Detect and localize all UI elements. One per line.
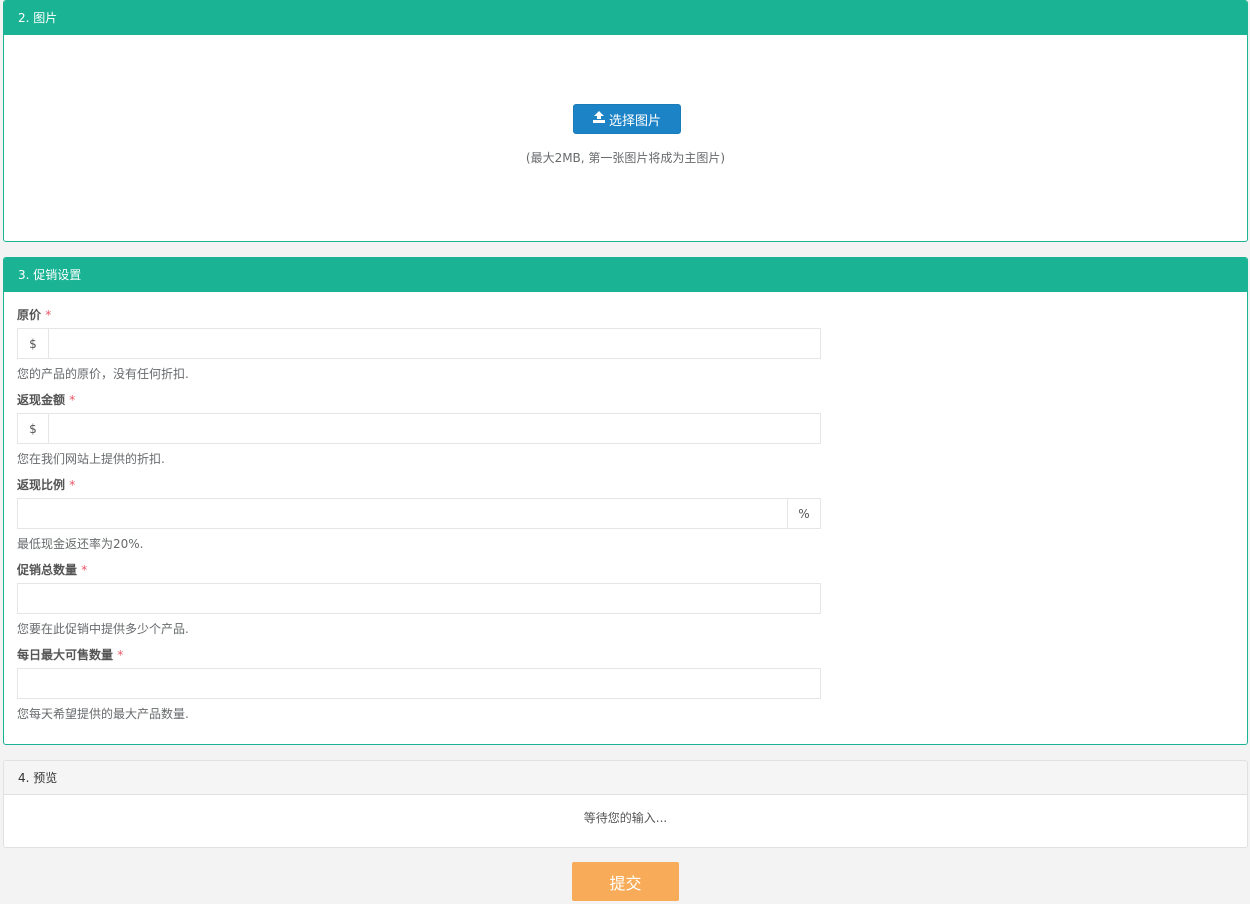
- cashback-amount-help: 您在我们网站上提供的折扣.: [17, 452, 165, 466]
- submit-button[interactable]: 提交: [572, 862, 679, 901]
- total-quantity-label: 促销总数量: [17, 563, 78, 577]
- cashback-amount-group: 返现金额 * $ 您在我们网站上提供的折扣.: [17, 392, 821, 467]
- cashback-ratio-help: 最低现金返还率为20%.: [17, 537, 144, 551]
- original-price-label: 原价: [17, 308, 42, 322]
- promotion-panel-title: 3. 促销设置: [4, 258, 1247, 292]
- cashback-amount-input[interactable]: [49, 414, 820, 443]
- total-quantity-help: 您要在此促销中提供多少个产品.: [17, 622, 189, 636]
- cashback-ratio-input[interactable]: [18, 499, 787, 528]
- required-marker: *: [69, 478, 76, 492]
- dollar-addon: $: [18, 329, 49, 358]
- preview-panel-title: 4. 预览: [4, 761, 1247, 795]
- images-panel: 2. 图片 选择图片 (最大2MB, 第一张图片将成为主图片): [3, 0, 1248, 242]
- required-marker: *: [81, 563, 88, 577]
- original-price-input-group: $: [17, 328, 821, 359]
- original-price-input[interactable]: [49, 329, 820, 358]
- total-quantity-input-group: [17, 583, 821, 614]
- select-image-button[interactable]: 选择图片: [573, 104, 681, 134]
- required-marker: *: [45, 308, 52, 322]
- daily-max-quantity-input[interactable]: [18, 669, 820, 698]
- images-panel-title: 2. 图片: [4, 1, 1247, 35]
- required-marker: *: [69, 393, 76, 407]
- required-marker: *: [117, 648, 124, 662]
- total-quantity-input[interactable]: [18, 584, 820, 613]
- daily-max-quantity-input-group: [17, 668, 821, 699]
- preview-placeholder: 等待您的输入...: [583, 811, 668, 825]
- percent-addon: %: [787, 499, 820, 528]
- promotion-settings-panel: 3. 促销设置 原价 * $ 您的产品的原价，没有任何折扣. 返现金额 * $ …: [3, 257, 1248, 745]
- daily-max-quantity-help: 您每天希望提供的最大产品数量.: [17, 707, 189, 721]
- upload-hint: (最大2MB, 第一张图片将成为主图片): [525, 151, 726, 165]
- total-quantity-group: 促销总数量 * 您要在此促销中提供多少个产品.: [17, 562, 821, 637]
- cashback-amount-input-group: $: [17, 413, 821, 444]
- dollar-addon: $: [18, 414, 49, 443]
- daily-max-quantity-label: 每日最大可售数量: [17, 648, 114, 662]
- cashback-ratio-label: 返现比例: [17, 478, 66, 492]
- select-image-label: 选择图片: [608, 113, 661, 129]
- daily-max-quantity-group: 每日最大可售数量 * 您每天希望提供的最大产品数量.: [17, 647, 821, 722]
- cashback-ratio-group: 返现比例 * % 最低现金返还率为20%.: [17, 477, 821, 552]
- original-price-group: 原价 * $ 您的产品的原价，没有任何折扣.: [17, 307, 821, 382]
- preview-panel: 4. 预览 等待您的输入...: [3, 760, 1248, 848]
- original-price-help: 您的产品的原价，没有任何折扣.: [17, 367, 189, 381]
- upload-icon: [592, 111, 605, 127]
- cashback-ratio-input-group: %: [17, 498, 821, 529]
- cashback-amount-label: 返现金额: [17, 393, 66, 407]
